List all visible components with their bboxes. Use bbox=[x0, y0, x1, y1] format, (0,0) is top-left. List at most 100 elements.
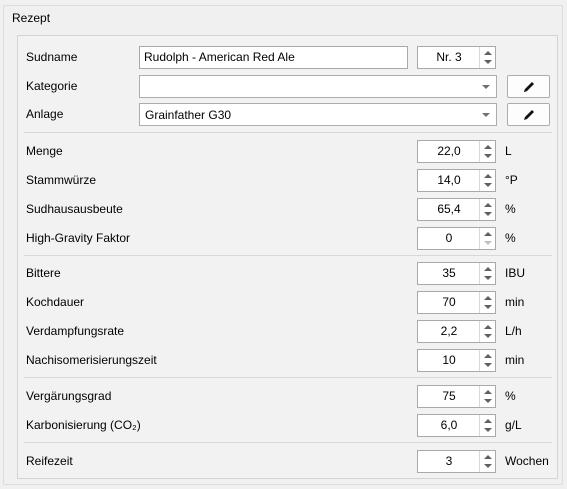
chevron-down-icon bbox=[482, 113, 490, 117]
arrow-up-icon[interactable] bbox=[484, 51, 492, 55]
high-gravity-spinbox[interactable]: 0 bbox=[417, 227, 496, 250]
arrow-up-icon[interactable] bbox=[484, 354, 492, 358]
reifezeit-label: Reifezeit bbox=[26, 454, 73, 468]
arrow-up-icon[interactable] bbox=[484, 419, 492, 423]
arrow-up-icon[interactable] bbox=[484, 296, 492, 300]
arrow-up-icon[interactable] bbox=[484, 203, 492, 207]
kategorie-label: Kategorie bbox=[26, 79, 78, 93]
kategorie-row: Kategorie bbox=[18, 75, 559, 99]
arrow-down-icon[interactable] bbox=[484, 428, 492, 432]
bittere-spinbox[interactable]: 35 bbox=[417, 262, 496, 285]
karbonisierung-spinbox[interactable]: 6,0 bbox=[417, 414, 496, 437]
sudhausausbeute-value: 65,4 bbox=[437, 202, 461, 216]
bittere-row: Bittere 35 IBU bbox=[18, 262, 559, 286]
bittere-unit: IBU bbox=[505, 266, 526, 280]
vergaerungsgrad-spinbox[interactable]: 75 bbox=[417, 385, 496, 408]
reifezeit-spinbox[interactable]: 3 bbox=[417, 450, 496, 473]
edit-kategorie-button[interactable] bbox=[507, 75, 550, 98]
karbonisierung-row: Karbonisierung (CO₂) 6,0 g/L bbox=[18, 414, 559, 438]
vergaerungsgrad-unit: % bbox=[505, 389, 516, 403]
sud-number-spinbox[interactable]: Nr. 3 bbox=[417, 46, 496, 69]
sudhausausbeute-spinbox[interactable]: 65,4 bbox=[417, 198, 496, 221]
verdampfungsrate-unit: L/h bbox=[505, 324, 522, 338]
nachisomerisierungszeit-label: Nachisomerisierungszeit bbox=[26, 353, 157, 367]
menge-label: Menge bbox=[26, 144, 63, 158]
verdampfungsrate-row: Verdampfungsrate 2,2 L/h bbox=[18, 320, 559, 344]
kochdauer-unit: min bbox=[505, 295, 525, 309]
arrow-up-icon[interactable] bbox=[484, 232, 492, 236]
arrow-down-icon[interactable] bbox=[484, 363, 492, 367]
vergaerungsgrad-row: Vergärungsgrad 75 % bbox=[18, 385, 559, 409]
separator bbox=[24, 442, 552, 443]
arrow-down-icon[interactable] bbox=[484, 399, 492, 403]
nachisomerisierungszeit-value: 10 bbox=[442, 353, 456, 367]
kochdauer-label: Kochdauer bbox=[26, 295, 85, 309]
high-gravity-value: 0 bbox=[445, 231, 453, 245]
nachisomerisierungszeit-unit: min bbox=[505, 353, 525, 367]
karbonisierung-unit: g/L bbox=[505, 418, 522, 432]
anlage-row: Anlage Grainfather G30 bbox=[18, 103, 559, 127]
arrow-up-icon[interactable] bbox=[484, 325, 492, 329]
verdampfungsrate-spinbox[interactable]: 2,2 bbox=[417, 320, 496, 343]
reifezeit-row: Reifezeit 3 Wochen bbox=[18, 450, 559, 474]
arrow-down-icon[interactable] bbox=[484, 276, 492, 280]
recipe-panel: Sudname Rudolph - American Red Ale Nr. 3… bbox=[17, 35, 558, 479]
arrow-down-icon[interactable] bbox=[484, 212, 492, 216]
arrow-down-icon[interactable] bbox=[484, 334, 492, 338]
karbonisierung-value: 6,0 bbox=[440, 418, 458, 432]
anlage-combobox[interactable]: Grainfather G30 bbox=[139, 103, 497, 126]
separator bbox=[24, 255, 552, 256]
arrow-down-icon[interactable] bbox=[484, 183, 492, 187]
group-title: Rezept bbox=[10, 11, 53, 25]
high-gravity-unit: % bbox=[505, 231, 516, 245]
nachisomerisierungszeit-row: Nachisomerisierungszeit 10 min bbox=[18, 349, 559, 373]
sudhausausbeute-row: Sudhausausbeute 65,4 % bbox=[18, 198, 559, 222]
stammwuerze-value: 14,0 bbox=[437, 173, 461, 187]
arrow-up-icon[interactable] bbox=[484, 145, 492, 149]
sud-number-value: Nr. 3 bbox=[436, 50, 462, 64]
chevron-down-icon bbox=[482, 85, 490, 89]
reifezeit-value: 3 bbox=[445, 454, 453, 468]
verdampfungsrate-value: 2,2 bbox=[440, 324, 458, 338]
arrow-up-icon[interactable] bbox=[484, 174, 492, 178]
arrow-up-icon[interactable] bbox=[484, 267, 492, 271]
separator bbox=[24, 377, 552, 378]
separator bbox=[24, 132, 552, 133]
karbonisierung-label: Karbonisierung (CO₂) bbox=[26, 418, 141, 432]
kochdauer-value: 70 bbox=[442, 295, 456, 309]
sudname-label: Sudname bbox=[26, 50, 78, 64]
arrow-down-icon[interactable] bbox=[484, 154, 492, 158]
arrow-down-icon[interactable] bbox=[484, 305, 492, 309]
stammwuerze-label: Stammwürze bbox=[26, 173, 97, 187]
sudname-input[interactable]: Rudolph - American Red Ale bbox=[139, 46, 408, 69]
stammwuerze-row: Stammwürze 14,0 °P bbox=[18, 169, 559, 193]
reifezeit-unit: Wochen bbox=[505, 454, 549, 468]
arrow-down-icon[interactable] bbox=[484, 464, 492, 468]
menge-value: 22,0 bbox=[437, 144, 461, 158]
stammwuerze-unit: °P bbox=[505, 173, 518, 187]
bittere-value: 35 bbox=[442, 266, 456, 280]
menge-unit: L bbox=[505, 144, 512, 158]
pencil-icon bbox=[523, 81, 534, 92]
high-gravity-label: High-Gravity Faktor bbox=[26, 231, 131, 245]
menge-spinbox[interactable]: 22,0 bbox=[417, 140, 496, 163]
sudhausausbeute-label: Sudhausausbeute bbox=[26, 202, 123, 216]
kochdauer-row: Kochdauer 70 min bbox=[18, 291, 559, 315]
bittere-label: Bittere bbox=[26, 266, 61, 280]
arrow-up-icon[interactable] bbox=[484, 390, 492, 394]
anlage-label: Anlage bbox=[26, 107, 64, 121]
arrow-down-icon[interactable] bbox=[484, 241, 492, 245]
verdampfungsrate-label: Verdampfungsrate bbox=[26, 324, 125, 338]
edit-anlage-button[interactable] bbox=[507, 103, 550, 126]
arrow-down-icon[interactable] bbox=[484, 60, 492, 64]
vergaerungsgrad-value: 75 bbox=[442, 389, 456, 403]
vergaerungsgrad-label: Vergärungsgrad bbox=[26, 389, 112, 403]
kategorie-combobox[interactable] bbox=[139, 75, 497, 98]
kochdauer-spinbox[interactable]: 70 bbox=[417, 291, 496, 314]
nachisomerisierungszeit-spinbox[interactable]: 10 bbox=[417, 349, 496, 372]
arrow-up-icon[interactable] bbox=[484, 455, 492, 459]
pencil-icon bbox=[523, 109, 534, 120]
stammwuerze-spinbox[interactable]: 14,0 bbox=[417, 169, 496, 192]
high-gravity-row: High-Gravity Faktor 0 % bbox=[18, 227, 559, 251]
menge-row: Menge 22,0 L bbox=[18, 140, 559, 164]
